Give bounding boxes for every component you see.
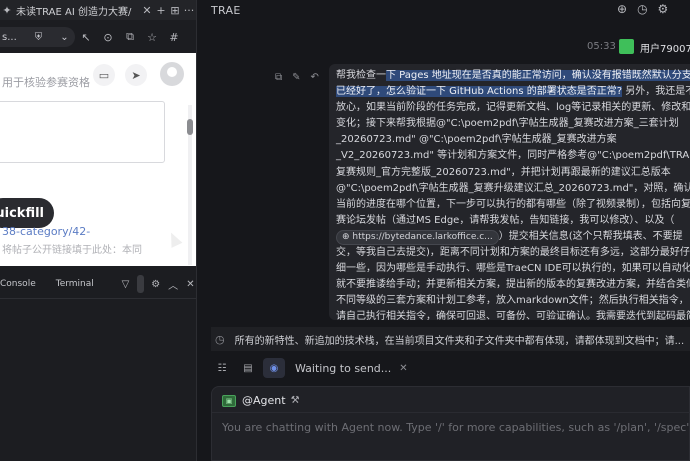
- trae-chat-pane: TRAE ⊕ ◷ ⚙ 05:33 用户7900769 ⧉ ✎ ↶ 帮我检查一下 …: [197, 0, 690, 461]
- message-lead: 帮我检查一: [336, 70, 386, 81]
- devtools-bar: Console Terminal ▽ ⚙ ︿ ✕: [0, 270, 196, 298]
- close-tab-icon[interactable]: ✕: [140, 4, 154, 17]
- settings-icon[interactable]: ⚙: [150, 276, 161, 292]
- tools-icon[interactable]: ⚒: [291, 395, 300, 406]
- message-tail: ）提交相关信息(这个只帮我填表、不要提交，等我自己去提交)，距离不同计划和方案的…: [336, 230, 690, 320]
- globe-icon: ⊕: [342, 231, 353, 242]
- app-title: TRAE: [211, 4, 241, 17]
- tab-console[interactable]: Console: [0, 279, 36, 289]
- url-text: s...: [2, 31, 17, 43]
- new-chat-icon[interactable]: ⊕: [617, 2, 627, 16]
- filter-select[interactable]: [137, 275, 145, 293]
- collapse-icon[interactable]: ✕: [399, 363, 407, 374]
- url-field[interactable]: s... ⛨ ⌄: [0, 27, 75, 47]
- user-avatar-icon: [619, 39, 634, 54]
- agent-icon: ▣: [222, 394, 236, 407]
- grid-icon[interactable]: #: [163, 31, 185, 44]
- chat-input-box[interactable]: ▣ @Agent ⚒ You are chatting with Agent n…: [211, 386, 690, 461]
- pointer-icon[interactable]: ↖: [75, 31, 97, 44]
- chevron-up-icon[interactable]: ︿: [167, 276, 178, 292]
- message-body: 另外，我还是不放心，如果当前阶段的任务完成，记得更新文档、log等记录相关的更新…: [336, 86, 690, 226]
- chat-icon[interactable]: ◉: [263, 358, 285, 378]
- avatar[interactable]: [160, 62, 184, 86]
- list-icon[interactable]: ☷: [211, 358, 233, 378]
- address-bar: s... ⛨ ⌄ ↖ ⊙ ⧉ ☆ #: [0, 26, 196, 48]
- browser-pane: ✦ 未读TRAE AI 创造力大赛/ ✕ + ⊞ ··· s... ⛨ ⌄ ↖ …: [0, 0, 196, 461]
- history-icon[interactable]: ◷: [637, 2, 647, 16]
- waiting-status: Waiting to send...: [295, 361, 392, 375]
- chat-input-placeholder: You are chatting with Agent now. Type '/…: [222, 421, 690, 434]
- copy-icon[interactable]: ⧉: [119, 30, 141, 44]
- browser-tab-bar: ✦ 未读TRAE AI 创造力大赛/ ✕ + ⊞ ···: [0, 0, 196, 20]
- agent-label: @Agent: [242, 394, 286, 407]
- settings-icon[interactable]: ⚙: [658, 2, 669, 16]
- user-message-text: 帮我检查一下 Pages 地址现在是否真的能正常访问，确认没有报错既然默认分支已…: [336, 68, 690, 320]
- queued-context-text: 所有的新特性、新追加的技术栈，在当前项目文件夹和子文件夹中都有体现，请都体现到文…: [234, 335, 685, 347]
- undo-icon[interactable]: ↶: [311, 72, 319, 83]
- close-icon[interactable]: ✕: [185, 276, 196, 292]
- more-menu-icon[interactable]: ···: [182, 4, 196, 17]
- quickfill-button[interactable]: quickfill: [0, 198, 54, 228]
- link-chip-text: https://bytedance.larkoffice.c...: [352, 231, 493, 242]
- link-chip[interactable]: ⊕ https://bytedance.larkoffice.c...: [336, 229, 499, 245]
- copy-icon[interactable]: ⧉: [275, 72, 282, 83]
- form-note: 将帖子公开链接填于此处：本同: [2, 245, 142, 256]
- card-icon[interactable]: ▭: [93, 64, 115, 86]
- queued-context-row[interactable]: ◷ 所有的新特性、新追加的技术栈，在当前项目文件夹和子文件夹中都有体现，请都体现…: [211, 327, 690, 351]
- filter-icon[interactable]: ▽: [120, 276, 131, 292]
- composer-toolbar: ☷ ▤ ◉ Waiting to send... ✕: [211, 356, 690, 380]
- shield-icon[interactable]: ⛨: [35, 32, 43, 43]
- browser-tab-title[interactable]: 未读TRAE AI 创造力大赛/: [14, 3, 140, 18]
- divider: [0, 298, 196, 299]
- clock-icon: ◷: [215, 332, 225, 346]
- new-tab-button[interactable]: +: [154, 4, 168, 17]
- document-icon[interactable]: ▤: [237, 358, 259, 378]
- divider: [212, 412, 690, 413]
- post-link[interactable]: 38-category/42-: [2, 225, 90, 238]
- sparkle-icon: ✦: [2, 3, 12, 17]
- tab-grid-icon[interactable]: ⊞: [168, 4, 182, 17]
- send-icon[interactable]: ➤: [125, 64, 147, 86]
- form-textarea[interactable]: [0, 101, 165, 163]
- star-icon[interactable]: ☆: [141, 31, 163, 44]
- scrollbar-thumb[interactable]: [187, 119, 193, 135]
- compass-icon[interactable]: ⊙: [97, 31, 119, 44]
- edit-icon[interactable]: ✎: [292, 72, 300, 83]
- user-message-bubble: 帮我检查一下 Pages 地址现在是否真的能正常访问，确认没有报错既然默认分支已…: [329, 64, 690, 320]
- message-actions: ⧉ ✎ ↶: [275, 72, 319, 83]
- header-actions: ⊕ ◷ ⚙: [617, 2, 668, 16]
- tab-terminal[interactable]: Terminal: [56, 279, 94, 289]
- qualification-hint: 用于核验参赛资格: [2, 76, 90, 89]
- agent-selector[interactable]: ▣ @Agent ⚒: [222, 394, 300, 407]
- message-timestamp: 05:33: [587, 41, 616, 52]
- user-name: 用户7900769: [640, 44, 690, 55]
- dropdown-chevron-icon[interactable]: ⌄: [60, 32, 68, 43]
